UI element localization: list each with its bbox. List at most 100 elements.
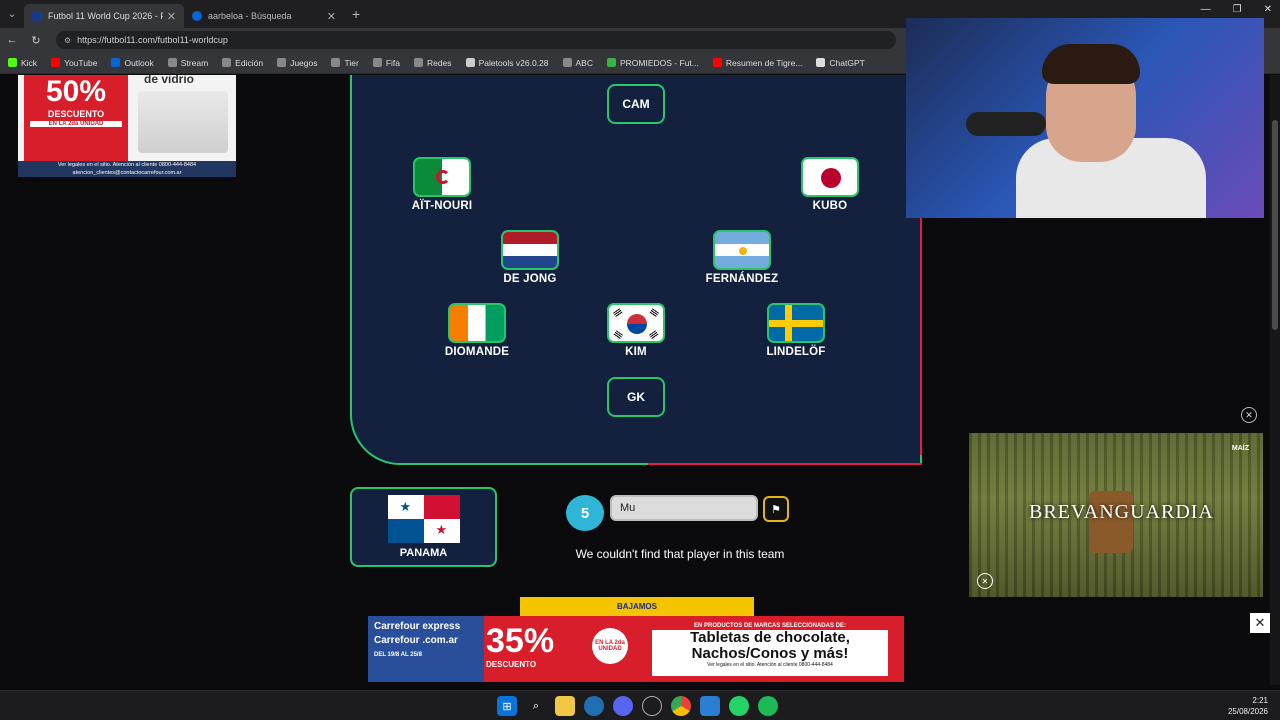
- player-slot[interactable]: AÏT-NOURI: [382, 157, 502, 212]
- close-ad-button[interactable]: ✕: [1250, 613, 1270, 633]
- close-tab-icon[interactable]: ✕: [167, 10, 176, 23]
- url-text: https://futbol11.com/futbol11-worldcup: [77, 35, 228, 45]
- bookmark-icon: [331, 58, 341, 67]
- ad-product: de vidrio: [144, 75, 195, 86]
- edge-icon[interactable]: [584, 696, 604, 716]
- bookmark-item[interactable]: Stream: [167, 57, 209, 68]
- bookmark-item[interactable]: Kick: [8, 58, 37, 68]
- bookmark-icon: [607, 58, 616, 67]
- give-up-flag-button[interactable]: ⚑: [763, 496, 789, 522]
- player-guess-input[interactable]: [610, 495, 758, 521]
- chrome-icon[interactable]: [671, 696, 691, 716]
- windows-start-icon[interactable]: ⊞: [497, 696, 517, 716]
- bookmark-icon: [413, 58, 423, 67]
- player-slot[interactable]: DE JONG: [470, 230, 590, 285]
- position-label: GK: [627, 390, 645, 404]
- whatsapp-icon[interactable]: [729, 696, 749, 716]
- bookmark-item[interactable]: PROMIEDOS - Fut...: [607, 58, 699, 68]
- brand-1: Carrefour express: [374, 621, 461, 632]
- spotify-icon[interactable]: [758, 696, 778, 716]
- bookmark-icon: [167, 58, 177, 67]
- search-icon[interactable]: ⌕: [526, 696, 546, 716]
- file-explorer-icon[interactable]: [555, 696, 575, 716]
- close-video-button[interactable]: ✕: [1241, 407, 1257, 423]
- bookmark-item[interactable]: Outlook: [111, 58, 154, 68]
- close-tab-icon[interactable]: ✕: [327, 10, 336, 23]
- address-bar[interactable]: ⚙ https://futbol11.com/futbol11-worldcup: [56, 31, 896, 49]
- player-slot[interactable]: DIOMANDE: [417, 303, 537, 358]
- bookmark-item[interactable]: Juegos: [277, 58, 317, 68]
- bookmark-icon: [111, 58, 121, 67]
- position-cam[interactable]: CAM: [607, 84, 665, 124]
- player-slot[interactable]: FERNÁNDEZ: [682, 230, 802, 285]
- ad-percent: 50%: [45, 75, 107, 108]
- app-icon[interactable]: [642, 696, 662, 716]
- discord-icon[interactable]: [613, 696, 633, 716]
- mute-icon[interactable]: ✕: [977, 573, 993, 589]
- minimize-icon[interactable]: —: [1201, 4, 1211, 15]
- tab-futbol11[interactable]: Futbol 11 World Cup 2026 - Play V ✕: [24, 4, 184, 28]
- close-icon: ✕: [1245, 409, 1253, 420]
- argentina-flag-icon: [713, 230, 771, 270]
- error-message: We couldn't find that player in this tea…: [575, 547, 785, 561]
- scrollbar-thumb[interactable]: [1272, 120, 1278, 330]
- notepad-icon[interactable]: [700, 696, 720, 716]
- player-slot[interactable]: LINDELÖF: [736, 303, 856, 358]
- lives-counter: 5: [566, 495, 604, 531]
- bookmark-label: ABC: [575, 57, 593, 68]
- player-name: DIOMANDE: [444, 346, 510, 358]
- pitch-border-red: [648, 463, 922, 465]
- clock-time: 2:21: [1252, 696, 1268, 705]
- bookmark-item[interactable]: YouTube: [51, 58, 97, 68]
- restore-icon[interactable]: ❐: [1233, 4, 1242, 15]
- bookmark-item[interactable]: Resumen de Tigre...: [712, 58, 802, 68]
- player-name: LINDELÖF: [766, 346, 826, 358]
- bookmark-icon: [222, 58, 232, 67]
- bookmark-label: Stream: [180, 57, 209, 68]
- bookmark-label: ChatGPT: [829, 57, 865, 68]
- system-clock[interactable]: 2:21 25/08/2026: [1228, 695, 1268, 717]
- glassware-image: [138, 91, 228, 153]
- team-name: PANAMA: [399, 547, 448, 559]
- site-info-icon[interactable]: ⚙: [64, 36, 71, 45]
- bookmark-item[interactable]: Fifa: [372, 58, 400, 68]
- tab-busqueda[interactable]: aarbeloa - Búsqueda ✕: [184, 4, 344, 28]
- player-slot[interactable]: KIM: [576, 303, 696, 358]
- ad-footer: Ver legales en el sitio. Atención al cli…: [18, 161, 236, 177]
- bookmark-label: Kick: [21, 57, 38, 68]
- bookmark-item[interactable]: ChatGPT: [816, 57, 865, 68]
- team-card: ★ ★ PANAMA: [350, 487, 497, 567]
- microphone-icon: [966, 112, 1046, 136]
- tab-search-icon[interactable]: ⌄: [0, 0, 24, 28]
- bookmark-item[interactable]: ABC: [562, 57, 593, 68]
- video-brand: MAÍZ: [1231, 445, 1249, 452]
- bookmark-item[interactable]: Redes: [413, 58, 452, 68]
- bookmark-label: Juegos: [290, 57, 318, 68]
- ad-headline-2: Nachos/Conos y más!: [691, 645, 849, 662]
- windows-taskbar: ⊞ ⌕ 2:21 25/08/2026: [0, 690, 1280, 720]
- carrefour-ad-bottom[interactable]: Carrefour express Carrefour .com.ar DEL …: [368, 616, 904, 682]
- ad-percent: 35%: [486, 622, 555, 660]
- carrefour-ad-left[interactable]: 50% DESCUENTO EN LA 2da UNIDAD de vidrio…: [18, 75, 236, 177]
- lives-value: 5: [580, 504, 590, 522]
- promo-banner[interactable]: BAJAMOS: [520, 597, 754, 617]
- video-player[interactable]: BREVANGUARDIA MAÍZ ✕: [969, 433, 1263, 597]
- player-slot[interactable]: KUBO: [770, 157, 890, 212]
- bookmark-item[interactable]: Paletools v26.0.28: [465, 58, 549, 68]
- close-window-icon[interactable]: ✕: [1264, 4, 1272, 15]
- position-gk[interactable]: GK: [607, 377, 665, 417]
- ad-legal: Ver legales en el sitio. Atención al cli…: [707, 662, 833, 668]
- new-tab-icon[interactable]: +: [352, 6, 360, 22]
- bookmark-icon: [562, 58, 572, 67]
- bookmark-item[interactable]: Edición: [222, 58, 263, 68]
- ad-dates: DEL 19/8 AL 25/8: [374, 652, 422, 658]
- bookmark-icon: [277, 58, 287, 67]
- bookmark-item[interactable]: Tier: [331, 58, 359, 68]
- reload-icon[interactable]: ↻: [24, 34, 48, 47]
- streamer-hair: [1042, 44, 1140, 84]
- player-name: AÏT-NOURI: [411, 200, 473, 212]
- back-icon[interactable]: ←: [0, 34, 24, 46]
- bookmark-label: Edición: [235, 57, 264, 68]
- bookmark-icon: [465, 58, 475, 67]
- window-controls: — ❐ ✕: [1201, 4, 1272, 15]
